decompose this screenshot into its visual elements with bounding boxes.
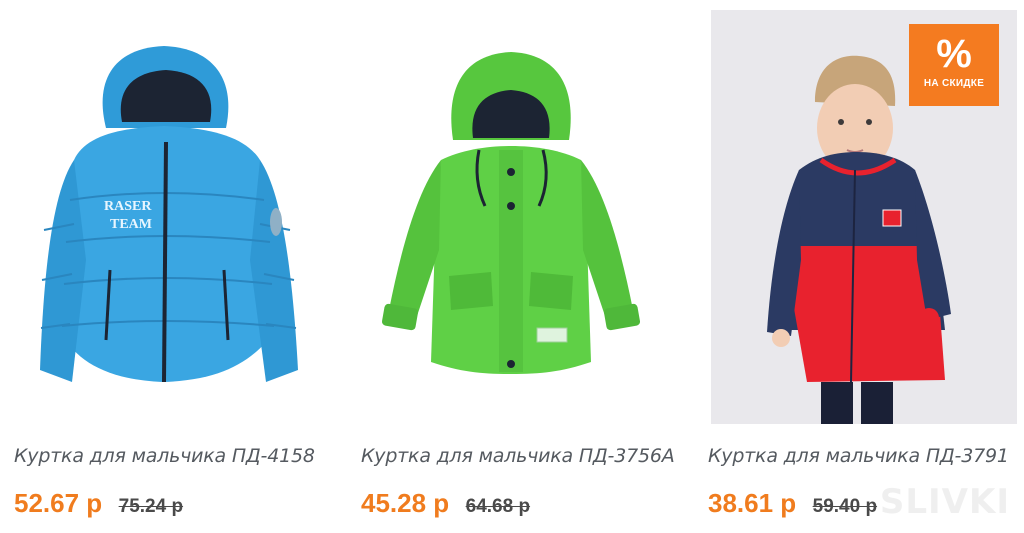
current-price: 52.67 р [14, 488, 103, 518]
product-title[interactable]: Куртка для мальчика ПД-3791 [708, 445, 1024, 467]
price-row: 38.61 р 59.40 р [708, 488, 877, 522]
product-card[interactable]: Куртка для мальчика ПД-3756А 45.28 р 64.… [361, 0, 691, 533]
current-price: 45.28 р [361, 488, 450, 518]
old-price: 64.68 р [465, 496, 531, 517]
print-text-line-2: TEAM [110, 217, 152, 232]
product-title[interactable]: Куртка для мальчика ПД-4158 [14, 445, 334, 467]
old-price: 75.24 р [118, 496, 184, 517]
product-image-boy-jacket[interactable]: % НА СКИДКЕ [711, 10, 1017, 424]
product-card[interactable]: RASER TEAM Куртка для мальчика ПД-4158 5… [14, 0, 344, 533]
product-title[interactable]: Куртка для мальчика ПД-3756А [361, 445, 681, 467]
product-grid: RASER TEAM Куртка для мальчика ПД-4158 5… [0, 0, 1024, 533]
print-text-line-1: RASER [104, 199, 152, 214]
current-price: 38.61 р [708, 488, 797, 518]
product-card[interactable]: % НА СКИДКЕ Куртка для мальчика ПД-3791 … [708, 0, 1024, 533]
old-price: 59.40 р [812, 496, 878, 517]
discount-badge: % НА СКИДКЕ [909, 24, 999, 106]
price-row: 45.28 р 64.68 р [361, 488, 530, 522]
percent-icon: % [936, 32, 972, 76]
price-row: 52.67 р 75.24 р [14, 488, 183, 522]
product-image-green-jacket[interactable] [361, 10, 667, 424]
badge-label: НА СКИДКЕ [923, 78, 985, 89]
product-image-blue-jacket[interactable]: RASER TEAM [14, 10, 320, 424]
watermark-logo: SLIVKI [879, 482, 1010, 522]
